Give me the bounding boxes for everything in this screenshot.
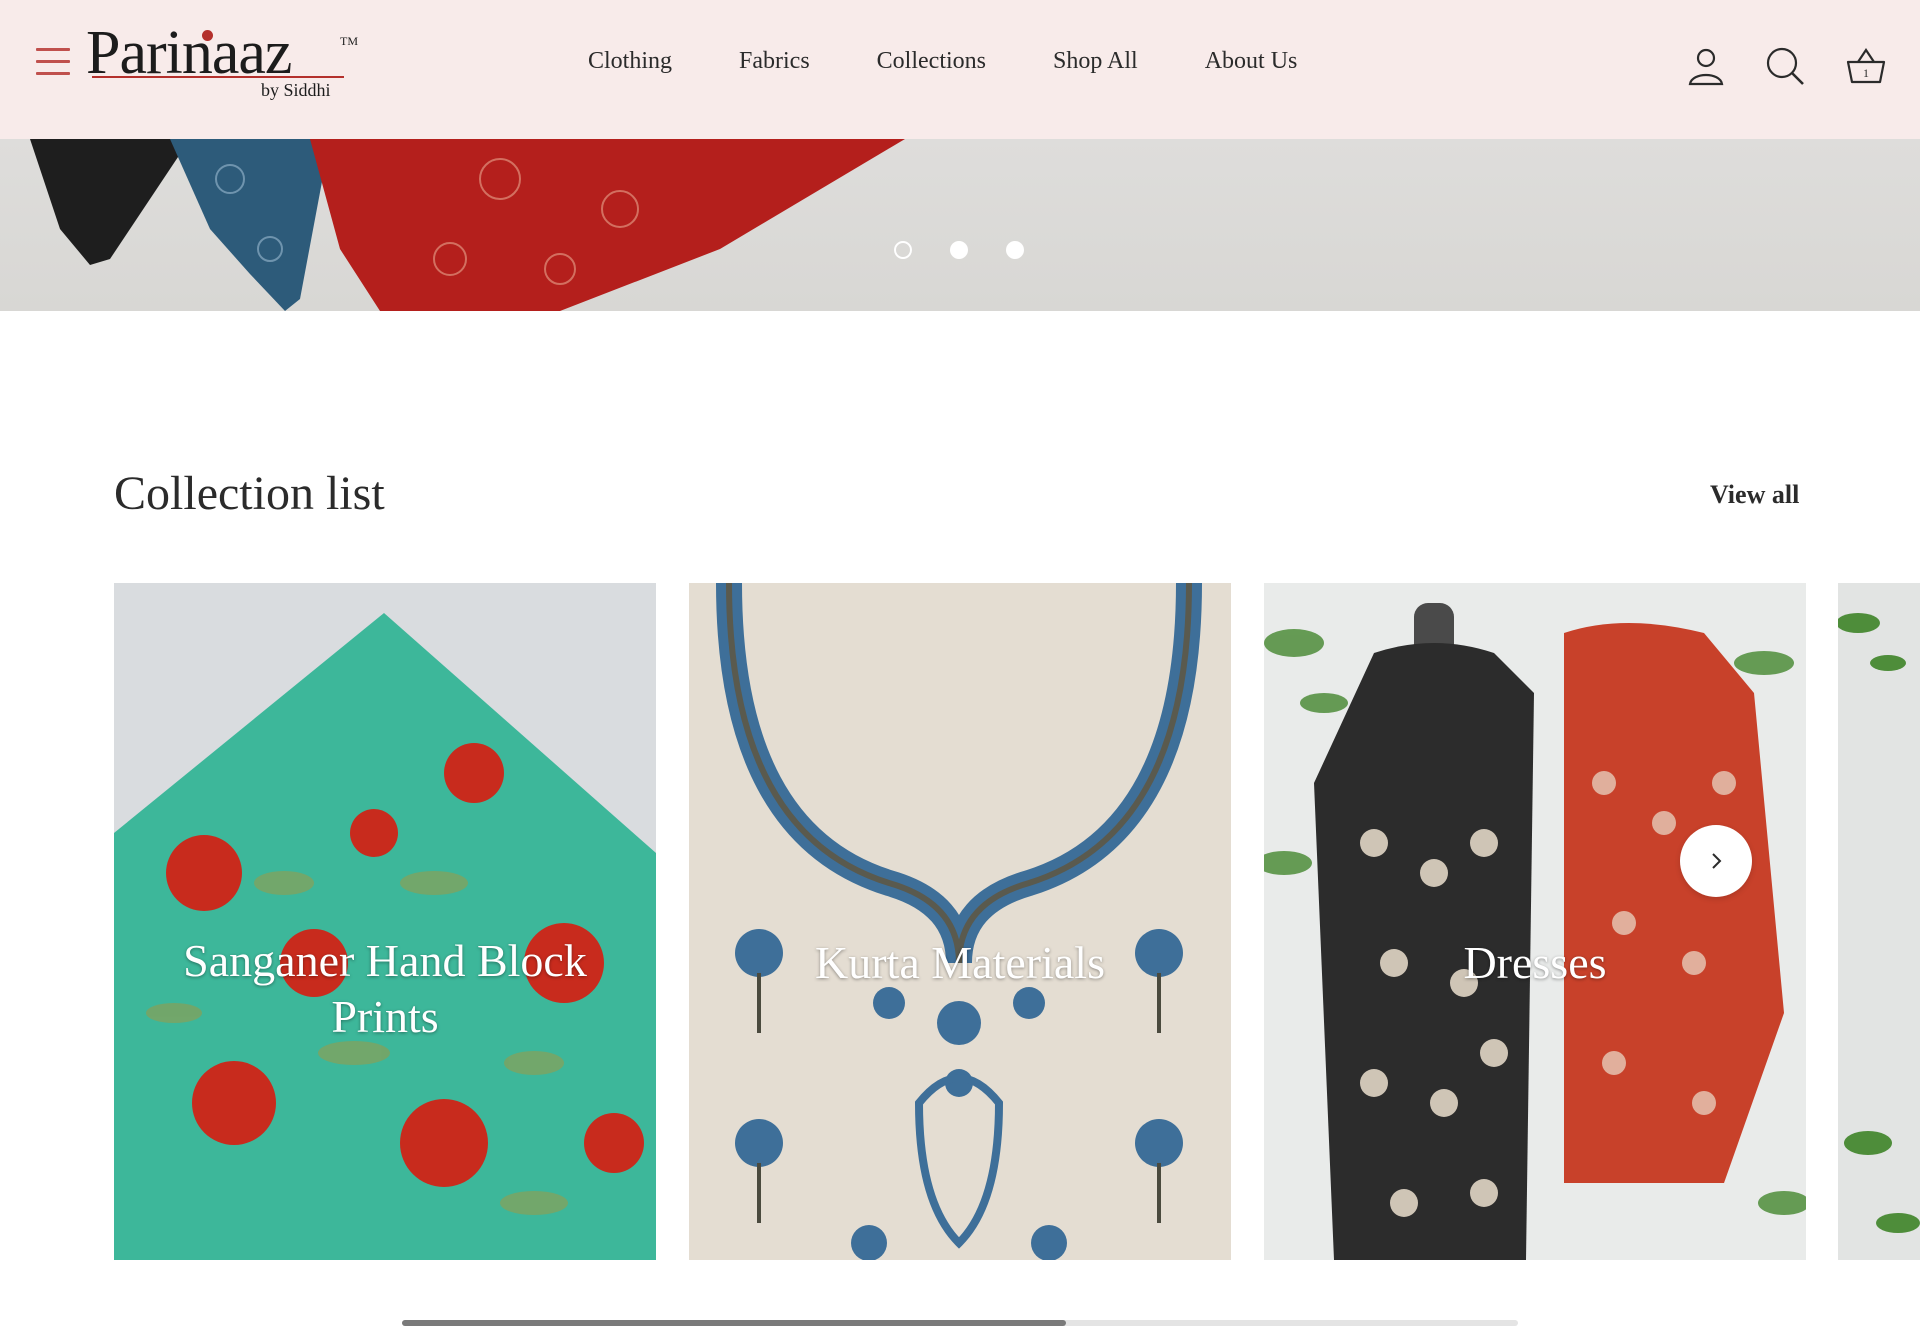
basket-icon[interactable]: 1	[1844, 44, 1888, 88]
collection-card-dresses[interactable]: Dresses	[1264, 583, 1806, 1260]
nav-collections[interactable]: Collections	[877, 48, 986, 75]
sanganer-image	[114, 583, 656, 1260]
collection-card-kurta-materials[interactable]: Kurta Materials	[689, 583, 1231, 1260]
nav-clothing[interactable]: Clothing	[588, 48, 672, 75]
logo[interactable]: Parinaaz TM by Siddhi	[86, 22, 366, 102]
logo-trademark: TM	[340, 34, 358, 48]
carousel-scrollbar[interactable]	[402, 1320, 1518, 1326]
main-nav: Clothing Fabrics Collections Shop All Ab…	[588, 48, 1364, 75]
search-icon[interactable]	[1763, 44, 1807, 88]
account-icon[interactable]	[1684, 44, 1728, 88]
site-header: Parinaaz TM by Siddhi Clothing Fabrics C…	[0, 0, 1920, 139]
nav-shop-all[interactable]: Shop All	[1053, 48, 1138, 75]
hero-image	[30, 139, 905, 311]
carousel-scrollbar-thumb[interactable]	[402, 1320, 1066, 1326]
nav-fabrics[interactable]: Fabrics	[739, 48, 810, 75]
card-label-dresses: Dresses	[1463, 937, 1607, 988]
partial-card-image	[1838, 583, 1920, 1260]
slide-dot-1[interactable]	[894, 241, 912, 259]
slide-dot-2[interactable]	[950, 241, 968, 259]
nav-about-us[interactable]: About Us	[1205, 48, 1298, 75]
slide-dot-3[interactable]	[1006, 241, 1024, 259]
view-all-link[interactable]: View all	[1710, 480, 1799, 510]
collection-card-sanganer[interactable]: Sanganer Hand Block Prints	[114, 583, 656, 1260]
slide-dots	[894, 241, 1062, 259]
dresses-image	[1264, 583, 1806, 1260]
logo-tagline: by Siddhi	[261, 80, 331, 100]
card-label-kurta-materials: Kurta Materials	[815, 937, 1105, 988]
menu-icon[interactable]	[36, 48, 70, 82]
logo-dot	[202, 30, 213, 41]
section-title: Collection list	[114, 467, 385, 520]
hero-slideshow	[0, 139, 1920, 311]
logo-wordmark: Parinaaz	[86, 19, 292, 87]
logo-underline	[92, 76, 344, 78]
card-label-sanganer: Sanganer Hand Block Prints	[183, 935, 587, 1042]
chevron-right-icon	[1712, 853, 1722, 869]
cart-count: 1	[1863, 66, 1869, 80]
collection-card-partial[interactable]	[1838, 583, 1920, 1260]
carousel-next-button[interactable]	[1680, 825, 1752, 897]
kurta-materials-image	[689, 583, 1231, 1260]
